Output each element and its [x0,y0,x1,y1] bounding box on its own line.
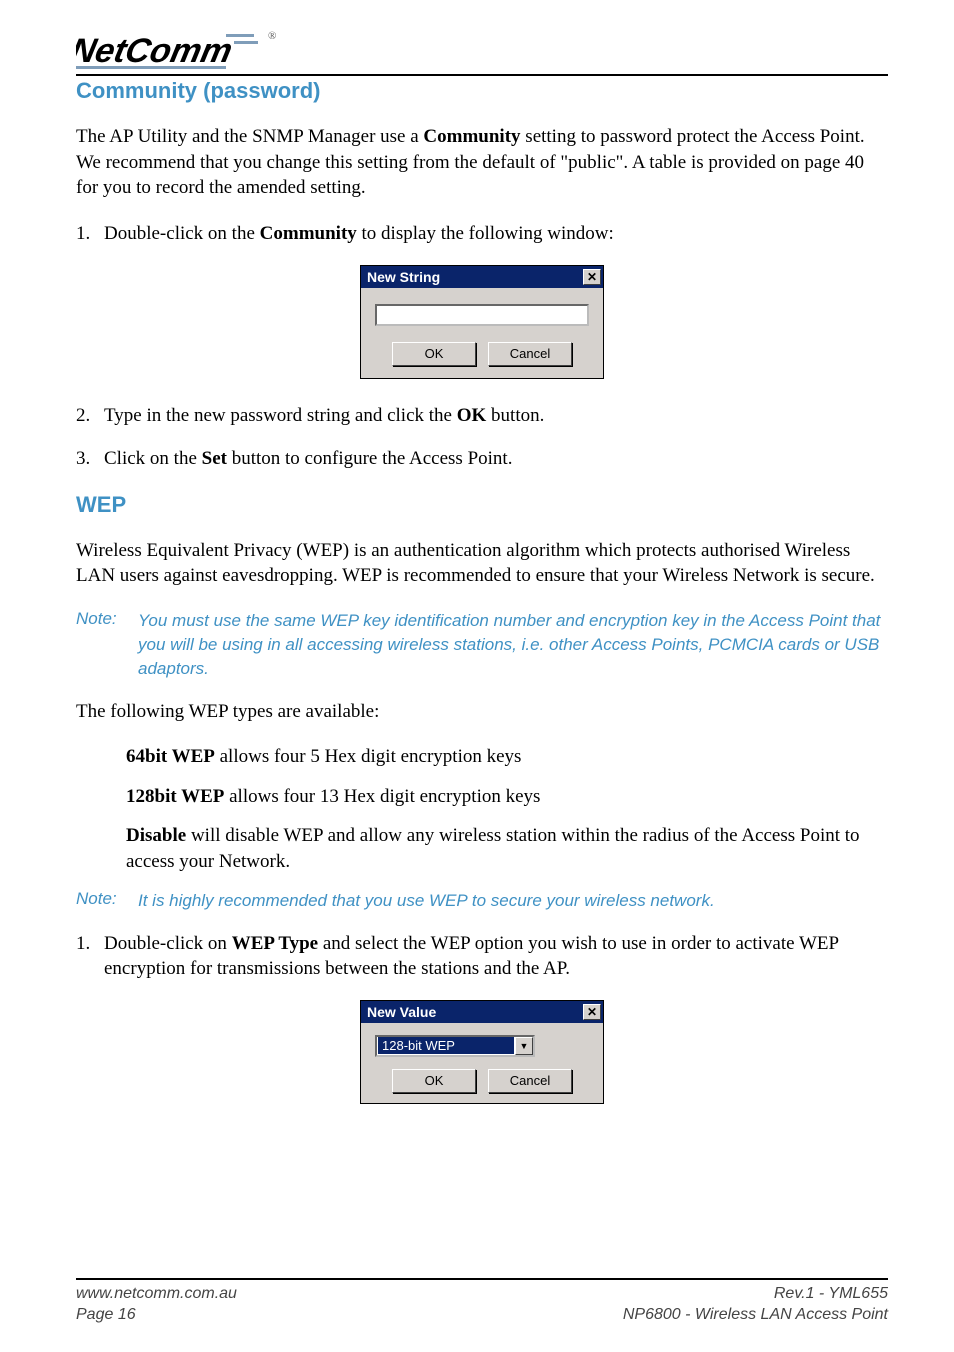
ok-button[interactable]: OK [392,1069,476,1093]
page-footer: www.netcomm.com.au Page 16 Rev.1 - YML65… [76,1283,888,1326]
wep-types-intro: The following WEP types are available: [76,699,888,725]
community-intro: The AP Utility and the SNMP Manager use … [76,124,888,201]
step-body: Double-click on WEP Type and select the … [104,931,888,982]
select-value: 128-bit WEP [378,1037,514,1054]
dialog-titlebar[interactable]: New String ✕ [361,266,603,288]
section-title-community: Community (password) [76,78,888,104]
chevron-down-icon[interactable]: ▼ [515,1037,533,1055]
footer-product: NP6800 - Wireless LAN Access Point [623,1304,888,1326]
step-body: Double-click on the Community to display… [104,221,888,247]
footer-page: Page 16 [76,1304,237,1326]
wep-type-disable: Disable will disable WEP and allow any w… [126,823,888,874]
dialog-titlebar[interactable]: New Value ✕ [361,1001,603,1023]
registered-mark: ® [268,30,276,42]
step-1: 1. Double-click on the Community to disp… [76,221,888,247]
footer-rule [76,1278,888,1280]
step-number: 1. [76,931,104,982]
step-3: 3. Click on the Set button to configure … [76,446,888,472]
cancel-button[interactable]: Cancel [488,1069,572,1093]
note-1: Note: You must use the same WEP key iden… [76,609,888,680]
cancel-button[interactable]: Cancel [488,342,572,366]
step-body: Click on the Set button to configure the… [104,446,888,472]
string-input[interactable] [375,304,589,326]
svg-text:NetComm: NetComm [76,32,236,70]
step-body: Type in the new password string and clic… [104,403,888,429]
dialog-new-value: New Value ✕ 128-bit WEP ▼ OK Cancel [360,1000,604,1104]
brand-logo: NetComm ® [76,28,888,76]
wep-step-1: 1. Double-click on WEP Type and select t… [76,931,888,982]
netcomm-logo: NetComm [76,28,266,76]
note-label: Note: [76,889,138,913]
step-number: 1. [76,221,104,247]
section-title-wep: WEP [76,492,888,518]
dialog-title-text: New String [367,269,440,285]
close-icon[interactable]: ✕ [583,1004,601,1020]
note-2: Note: It is highly recommended that you … [76,889,888,913]
wep-type-select[interactable]: 128-bit WEP ▼ [375,1035,535,1057]
step-number: 2. [76,403,104,429]
footer-rev: Rev.1 - YML655 [623,1283,888,1305]
dialog-new-string: New String ✕ OK Cancel [360,265,604,379]
step-number: 3. [76,446,104,472]
close-icon[interactable]: ✕ [583,269,601,285]
note-body: You must use the same WEP key identifica… [138,609,888,680]
wep-type-64: 64bit WEP allows four 5 Hex digit encryp… [126,744,888,770]
footer-url: www.netcomm.com.au [76,1283,237,1305]
note-label: Note: [76,609,138,680]
note-body: It is highly recommended that you use WE… [138,889,888,913]
step-2: 2. Type in the new password string and c… [76,403,888,429]
dialog-title-text: New Value [367,1004,436,1020]
wep-type-128: 128bit WEP allows four 13 Hex digit encr… [126,784,888,810]
ok-button[interactable]: OK [392,342,476,366]
wep-intro: Wireless Equivalent Privacy (WEP) is an … [76,538,888,589]
